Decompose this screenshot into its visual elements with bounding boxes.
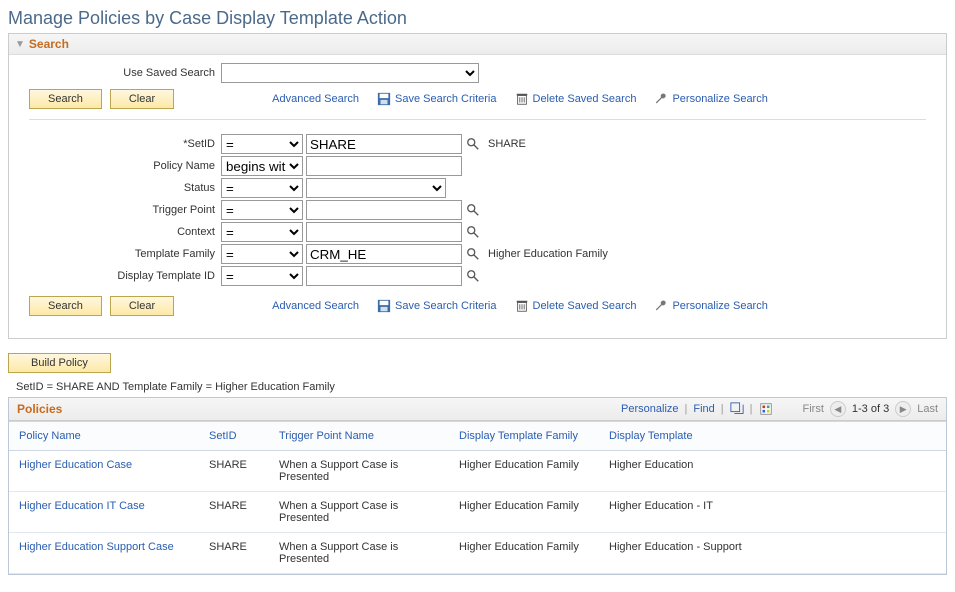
grid-nav-first[interactable]: First [803, 403, 824, 415]
zoom-icon[interactable] [730, 402, 744, 416]
context-lookup-icon[interactable] [466, 225, 480, 239]
setid-label: *SetID [21, 138, 221, 150]
status-select[interactable] [306, 178, 446, 198]
policy-name-label: Policy Name [21, 160, 221, 172]
table-row: Higher Education IT CaseSHAREWhen a Supp… [9, 492, 946, 533]
save-icon [377, 92, 391, 106]
family-cell: Higher Education Family [449, 533, 599, 574]
build-policy-button[interactable]: Build Policy [8, 353, 111, 373]
status-op[interactable]: = [221, 178, 303, 198]
grid-find-link[interactable]: Find [693, 403, 714, 415]
table-row: Higher Education CaseSHAREWhen a Support… [9, 451, 946, 492]
template-family-lookup-icon[interactable] [466, 247, 480, 261]
context-op[interactable]: = [221, 222, 303, 242]
col-trigger-point[interactable]: Trigger Point Name [269, 422, 449, 451]
template-family-desc: Higher Education Family [488, 248, 608, 260]
policy-name-op[interactable]: begins with [221, 156, 303, 176]
search-button-bottom[interactable]: Search [29, 296, 102, 316]
family-cell: Higher Education Family [449, 492, 599, 533]
template-cell: Higher Education - Support [599, 533, 946, 574]
magnifier-icon [466, 203, 480, 217]
setid-desc: SHARE [488, 138, 526, 150]
magnifier-icon [466, 269, 480, 283]
personalize-search-link-bottom[interactable]: Personalize Search [654, 299, 767, 313]
status-label: Status [21, 182, 221, 194]
search-header-label: Search [29, 37, 69, 51]
personalize-search-link-top[interactable]: Personalize Search [654, 92, 767, 106]
magnifier-icon [466, 137, 480, 151]
collapse-icon[interactable]: ▼ [15, 39, 25, 50]
page-title: Manage Policies by Case Display Template… [8, 8, 947, 29]
clear-button-bottom[interactable]: Clear [110, 296, 174, 316]
setid-input[interactable] [306, 134, 462, 154]
setid-cell: SHARE [199, 492, 269, 533]
trigger-point-op[interactable]: = [221, 200, 303, 220]
wrench-icon [654, 299, 668, 313]
wrench-icon [654, 92, 668, 106]
trigger-point-cell: When a Support Case is Presented [269, 533, 449, 574]
policies-grid: Policies Personalize | Find | | First ◀ … [8, 397, 947, 575]
grid-nav-last[interactable]: Last [917, 403, 938, 415]
display-template-id-op[interactable]: = [221, 266, 303, 286]
grid-nav-prev-icon[interactable]: ◀ [830, 401, 846, 417]
delete-saved-search-link-top[interactable]: Delete Saved Search [515, 92, 637, 106]
display-template-id-lookup-icon[interactable] [466, 269, 480, 283]
trigger-point-label: Trigger Point [21, 204, 221, 216]
template-cell: Higher Education - IT [599, 492, 946, 533]
search-header[interactable]: ▼ Search [9, 34, 946, 55]
advanced-search-link-top[interactable]: Advanced Search [272, 93, 359, 105]
save-search-criteria-link-bottom[interactable]: Save Search Criteria [377, 299, 497, 313]
setid-op[interactable]: = [221, 134, 303, 154]
grid-title: Policies [17, 402, 62, 416]
grid-nav-next-icon[interactable]: ▶ [895, 401, 911, 417]
trigger-point-lookup-icon[interactable] [466, 203, 480, 217]
divider [29, 119, 926, 120]
save-icon [377, 299, 391, 313]
display-template-id-label: Display Template ID [21, 270, 221, 282]
col-setid[interactable]: SetID [199, 422, 269, 451]
col-family[interactable]: Display Template Family [449, 422, 599, 451]
trigger-point-cell: When a Support Case is Presented [269, 451, 449, 492]
use-saved-search-label: Use Saved Search [21, 67, 221, 79]
clear-button-top[interactable]: Clear [110, 89, 174, 109]
template-cell: Higher Education [599, 451, 946, 492]
template-family-op[interactable]: = [221, 244, 303, 264]
trash-icon [515, 92, 529, 106]
grid-header-row: Policy Name SetID Trigger Point Name Dis… [9, 422, 946, 451]
policy-name-cell[interactable]: Higher Education Case [9, 451, 199, 492]
delete-saved-search-link-bottom[interactable]: Delete Saved Search [515, 299, 637, 313]
grid-personalize-link[interactable]: Personalize [621, 403, 678, 415]
template-family-input[interactable] [306, 244, 462, 264]
magnifier-icon [466, 225, 480, 239]
context-label: Context [21, 226, 221, 238]
search-button-top[interactable]: Search [29, 89, 102, 109]
policy-name-cell[interactable]: Higher Education Support Case [9, 533, 199, 574]
table-row: Higher Education Support CaseSHAREWhen a… [9, 533, 946, 574]
policy-name-cell[interactable]: Higher Education IT Case [9, 492, 199, 533]
template-family-label: Template Family [21, 248, 221, 260]
setid-cell: SHARE [199, 451, 269, 492]
search-panel: ▼ Search Use Saved Search Search Clear A… [8, 33, 947, 339]
policy-name-input[interactable] [306, 156, 462, 176]
advanced-search-link-bottom[interactable]: Advanced Search [272, 300, 359, 312]
col-template[interactable]: Display Template [599, 422, 946, 451]
family-cell: Higher Education Family [449, 451, 599, 492]
grid-nav-range: 1-3 of 3 [852, 403, 889, 415]
save-search-criteria-link-top[interactable]: Save Search Criteria [377, 92, 497, 106]
display-template-id-input[interactable] [306, 266, 462, 286]
trigger-point-input[interactable] [306, 200, 462, 220]
col-policy-name[interactable]: Policy Name [9, 422, 199, 451]
use-saved-search-select[interactable] [221, 63, 479, 83]
trigger-point-cell: When a Support Case is Presented [269, 492, 449, 533]
download-icon[interactable] [759, 402, 773, 416]
setid-lookup-icon[interactable] [466, 137, 480, 151]
trash-icon [515, 299, 529, 313]
context-input[interactable] [306, 222, 462, 242]
setid-cell: SHARE [199, 533, 269, 574]
query-text: SetID = SHARE AND Template Family = High… [16, 381, 947, 393]
magnifier-icon [466, 247, 480, 261]
